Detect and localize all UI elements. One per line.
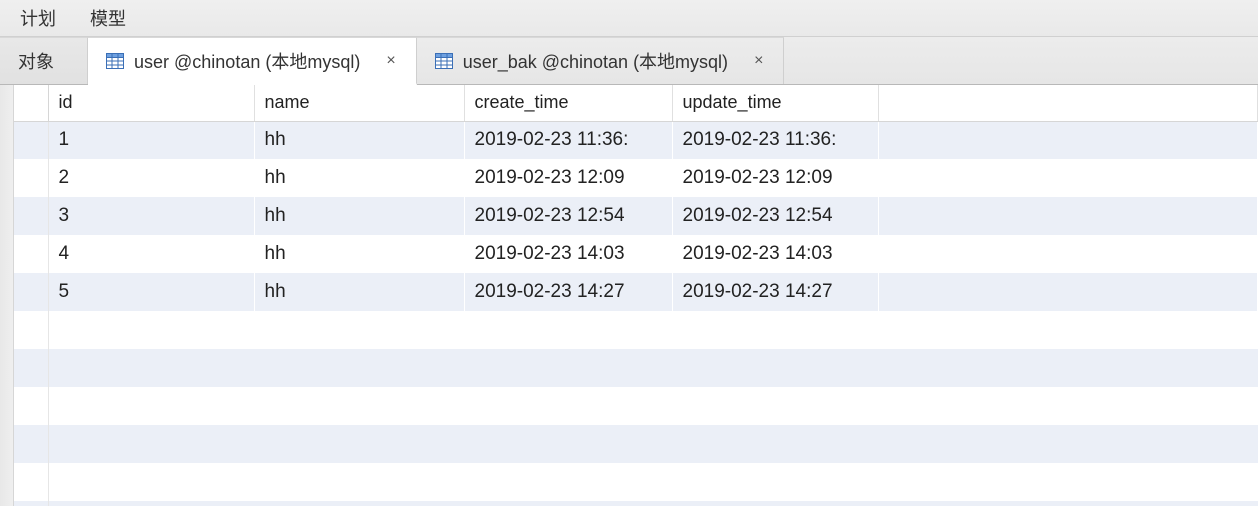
- cell-id[interactable]: 4: [48, 235, 254, 273]
- close-icon[interactable]: ×: [752, 51, 765, 71]
- column-header-update-time[interactable]: update_time: [672, 85, 878, 121]
- header-row: id name create_time update_time: [14, 85, 1258, 121]
- cell-name[interactable]: hh: [254, 197, 464, 235]
- row-selector-header[interactable]: [14, 85, 48, 121]
- cell-name[interactable]: hh: [254, 159, 464, 197]
- table-row[interactable]: 3hh2019-02-23 12:542019-02-23 12:54: [14, 197, 1258, 235]
- cell-create-time[interactable]: 2019-02-23 14:03: [464, 235, 672, 273]
- cell-name[interactable]: hh: [254, 235, 464, 273]
- row-selector[interactable]: [14, 273, 48, 311]
- objects-tab[interactable]: 对象: [0, 37, 88, 84]
- data-grid[interactable]: id name create_time update_time 1hh2019-…: [14, 85, 1258, 506]
- row-selector[interactable]: [14, 121, 48, 159]
- cell-id[interactable]: 5: [48, 273, 254, 311]
- cell-id[interactable]: 3: [48, 197, 254, 235]
- cell-spacer: [878, 197, 1258, 235]
- table-row[interactable]: 2hh2019-02-23 12:092019-02-23 12:09: [14, 159, 1258, 197]
- column-header-id[interactable]: id: [48, 85, 254, 121]
- cell-spacer: [878, 121, 1258, 159]
- content-area: id name create_time update_time 1hh2019-…: [0, 85, 1258, 506]
- tabstrip: 对象 user @chinotan (本地mysql) × user_bak @…: [0, 37, 1258, 85]
- table-icon: [435, 53, 453, 69]
- left-gutter: [0, 85, 14, 506]
- menubar: 计划 模型: [0, 0, 1258, 37]
- cell-spacer: [878, 159, 1258, 197]
- cell-id[interactable]: 1: [48, 121, 254, 159]
- cell-spacer: [878, 273, 1258, 311]
- empty-rows-fill: [14, 311, 1258, 506]
- table-row[interactable]: 4hh2019-02-23 14:032019-02-23 14:03: [14, 235, 1258, 273]
- menu-model[interactable]: 模型: [90, 5, 126, 31]
- cell-create-time[interactable]: 2019-02-23 12:54: [464, 197, 672, 235]
- cell-create-time[interactable]: 2019-02-23 12:09: [464, 159, 672, 197]
- cell-update-time[interactable]: 2019-02-23 14:03: [672, 235, 878, 273]
- column-header-spacer: [878, 85, 1258, 121]
- row-selector[interactable]: [14, 235, 48, 273]
- cell-name[interactable]: hh: [254, 273, 464, 311]
- cell-update-time[interactable]: 2019-02-23 12:54: [672, 197, 878, 235]
- table-row[interactable]: 5hh2019-02-23 14:272019-02-23 14:27: [14, 273, 1258, 311]
- column-header-name[interactable]: name: [254, 85, 464, 121]
- data-table: id name create_time update_time 1hh2019-…: [14, 85, 1258, 311]
- cell-create-time[interactable]: 2019-02-23 11:36:: [464, 121, 672, 159]
- cell-update-time[interactable]: 2019-02-23 14:27: [672, 273, 878, 311]
- close-icon[interactable]: ×: [384, 51, 397, 71]
- row-selector[interactable]: [14, 159, 48, 197]
- column-header-create-time[interactable]: create_time: [464, 85, 672, 121]
- tab-user-bak[interactable]: user_bak @chinotan (本地mysql) ×: [417, 37, 785, 84]
- menu-plan[interactable]: 计划: [20, 5, 56, 31]
- cell-name[interactable]: hh: [254, 121, 464, 159]
- row-selector[interactable]: [14, 197, 48, 235]
- tab-label: user @chinotan (本地mysql): [134, 48, 360, 74]
- table-row[interactable]: 1hh2019-02-23 11:36:2019-02-23 11:36:: [14, 121, 1258, 159]
- cell-update-time[interactable]: 2019-02-23 12:09: [672, 159, 878, 197]
- cell-spacer: [878, 235, 1258, 273]
- cell-create-time[interactable]: 2019-02-23 14:27: [464, 273, 672, 311]
- tab-user[interactable]: user @chinotan (本地mysql) ×: [88, 37, 417, 85]
- objects-tab-label: 对象: [18, 48, 54, 74]
- tab-label: user_bak @chinotan (本地mysql): [463, 48, 728, 74]
- cell-id[interactable]: 2: [48, 159, 254, 197]
- table-icon: [106, 53, 124, 69]
- cell-update-time[interactable]: 2019-02-23 11:36:: [672, 121, 878, 159]
